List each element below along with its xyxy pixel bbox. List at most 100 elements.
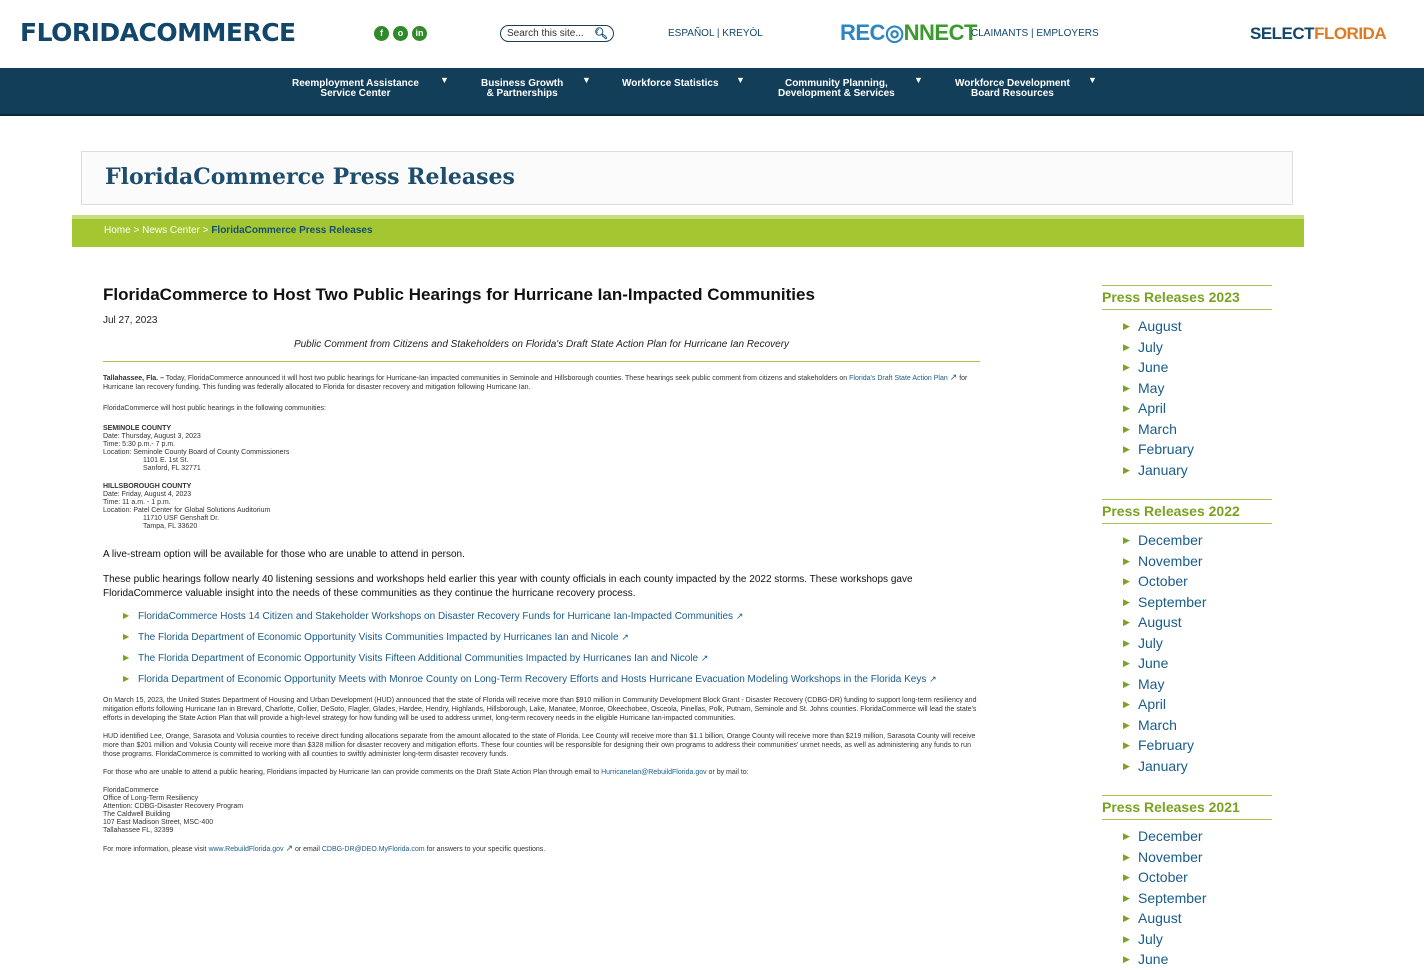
selectflorida-logo[interactable]: SELECTFLORIDA: [1250, 24, 1387, 44]
sidebar-item[interactable]: ▶ December: [1123, 530, 1272, 551]
month-link[interactable]: December: [1138, 828, 1203, 844]
sidebar-item[interactable]: ▶ August: [1123, 908, 1272, 929]
draft-plan-link[interactable]: Florida's Draft State Action Plan: [849, 375, 948, 382]
sidebar-item[interactable]: ▶ February: [1123, 439, 1272, 460]
month-link[interactable]: September: [1138, 890, 1206, 906]
related-link[interactable]: Florida Department of Economic Opportuni…: [138, 674, 926, 685]
county-location: Location: Patel Center for Global Soluti…: [103, 507, 271, 514]
month-link[interactable]: January: [1138, 758, 1188, 774]
sidebar-item[interactable]: ▶ July: [1123, 337, 1272, 358]
month-link[interactable]: July: [1138, 339, 1163, 355]
month-link[interactable]: March: [1138, 717, 1177, 733]
sidebar-item[interactable]: ▶ November: [1123, 551, 1272, 572]
reconnect-links[interactable]: CLAIMANTS | EMPLOYERS: [971, 28, 1099, 39]
sidebar-heading[interactable]: Press Releases 2022: [1102, 499, 1272, 524]
language-links[interactable]: ESPAÑOL | KREYÒL: [668, 28, 763, 39]
month-link[interactable]: December: [1138, 532, 1203, 548]
facebook-icon[interactable]: f: [374, 26, 389, 41]
nav-workforce-statistics[interactable]: Workforce Statistics ▼: [622, 75, 745, 89]
sidebar-item[interactable]: ▶ August: [1123, 316, 1272, 337]
sidebar-item[interactable]: ▶ January: [1123, 756, 1272, 777]
linkedin-icon[interactable]: in: [412, 26, 427, 41]
nav-reemployment[interactable]: Reemployment Assistance Service Center ▼: [292, 75, 449, 99]
list-item[interactable]: ▶ FloridaCommerce Hosts 14 Citizen and St…: [123, 608, 983, 625]
month-link[interactable]: September: [1138, 594, 1206, 610]
county-location: Location: Seminole County Board of Count…: [103, 449, 290, 456]
month-link[interactable]: April: [1138, 696, 1166, 712]
list-item[interactable]: ▶ The Florida Department of Economic Oppo…: [123, 629, 983, 646]
month-link[interactable]: March: [1138, 421, 1177, 437]
page-title: FloridaCommerce Press Releases: [105, 164, 515, 190]
month-link[interactable]: June: [1138, 359, 1168, 375]
month-list: ▶ December ▶ November ▶ October ▶ September …: [1102, 530, 1272, 776]
sidebar-item[interactable]: ▶ March: [1123, 715, 1272, 736]
related-link[interactable]: FloridaCommerce Hosts 14 Citizen and Sta…: [138, 611, 733, 622]
sidebar-item[interactable]: ▶ June: [1123, 949, 1272, 970]
breadcrumb-home[interactable]: Home: [104, 225, 131, 236]
month-link[interactable]: January: [1138, 462, 1188, 478]
comment-text-1: For those who are unable to attend a pub…: [103, 769, 602, 776]
month-link[interactable]: April: [1138, 400, 1166, 416]
month-link[interactable]: October: [1138, 869, 1188, 885]
sidebar-item[interactable]: ▶ August: [1123, 612, 1272, 633]
related-link[interactable]: The Florida Department of Economic Oppor…: [138, 632, 619, 643]
sidebar-item[interactable]: ▶ October: [1123, 571, 1272, 592]
month-list: ▶ August ▶ July ▶ June ▶ May ▶ April ▶ March ▶…: [1102, 316, 1272, 480]
sidebar-item[interactable]: ▶ September: [1123, 592, 1272, 613]
sidebar-item[interactable]: ▶ May: [1123, 674, 1272, 695]
hud-direct-paragraph: HUD identified Lee, Orange, Sarasota and…: [103, 733, 976, 758]
nav-community-planning[interactable]: Community Planning, Development & Service…: [778, 75, 923, 99]
month-link[interactable]: June: [1138, 951, 1168, 967]
search-icon[interactable]: 🔍︎: [594, 27, 608, 40]
sidebar-item[interactable]: ▶ June: [1123, 357, 1272, 378]
sidebar-item[interactable]: ▶ July: [1123, 929, 1272, 950]
sidebar-item[interactable]: ▶ June: [1123, 653, 1272, 674]
county-name: SEMINOLE COUNTY: [103, 425, 172, 432]
nav-workforce-development[interactable]: Workforce Development Board Resources ▼: [955, 75, 1097, 99]
breadcrumb-news-center[interactable]: News Center: [142, 225, 200, 236]
month-link[interactable]: May: [1138, 380, 1164, 396]
month-link[interactable]: February: [1138, 441, 1194, 457]
related-link[interactable]: The Florida Department of Economic Oppor…: [138, 653, 698, 664]
list-item[interactable]: ▶ Florida Department of Economic Opportun…: [123, 671, 983, 688]
month-link[interactable]: July: [1138, 635, 1163, 651]
arrow-right-icon: ▶: [1123, 699, 1130, 709]
month-link[interactable]: November: [1138, 849, 1203, 865]
sidebar-item[interactable]: ▶ March: [1123, 419, 1272, 440]
comment-email-link[interactable]: HurricaneIan@RebuildFlorida.gov: [601, 769, 707, 776]
arrow-right-icon: ▶: [1123, 444, 1130, 454]
sidebar-item[interactable]: ▶ January: [1123, 460, 1272, 481]
sidebar-item[interactable]: ▶ September: [1123, 888, 1272, 909]
list-item[interactable]: ▶ The Florida Department of Economic Oppo…: [123, 650, 983, 667]
sidebar-item[interactable]: ▶ February: [1123, 735, 1272, 756]
month-link[interactable]: August: [1138, 318, 1182, 334]
sidebar-item[interactable]: ▶ April: [1123, 398, 1272, 419]
youtube-icon[interactable]: o: [393, 26, 408, 41]
month-link[interactable]: July: [1138, 931, 1163, 947]
sidebar-item[interactable]: ▶ July: [1123, 633, 1272, 654]
floridacommerce-logo[interactable]: FLORIDACOMMERCE: [20, 18, 296, 47]
external-link-icon: ↗: [929, 674, 937, 684]
reconnect-logo[interactable]: REC◎NNECT: [840, 20, 977, 46]
month-link[interactable]: May: [1138, 676, 1164, 692]
sidebar-heading[interactable]: Press Releases 2023: [1102, 285, 1272, 310]
rebuildflorida-link[interactable]: www.RebuildFlorida.gov: [208, 846, 283, 853]
month-link[interactable]: November: [1138, 553, 1203, 569]
nav-business-growth[interactable]: Business Growth & Partnerships ▼: [481, 75, 591, 99]
cdbg-email-link[interactable]: CDBG-DR@DEO.MyFlorida.com: [322, 846, 425, 853]
sidebar-item[interactable]: ▶ October: [1123, 867, 1272, 888]
sidebar-heading[interactable]: Press Releases 2021: [1102, 795, 1272, 820]
month-link[interactable]: June: [1138, 655, 1168, 671]
month-link[interactable]: August: [1138, 910, 1182, 926]
sidebar-item[interactable]: ▶ December: [1123, 826, 1272, 847]
sidebar-item[interactable]: ▶ May: [1123, 378, 1272, 399]
sidebar-item[interactable]: ▶ November: [1123, 847, 1272, 868]
mail-line: Attention: CDBG-Disaster Recovery Progra…: [103, 803, 244, 810]
sidebar-item[interactable]: ▶ April: [1123, 694, 1272, 715]
hud-paragraph: On March 15, 2023, the United States Dep…: [103, 697, 977, 722]
month-link[interactable]: February: [1138, 737, 1194, 753]
top-header: FLORIDACOMMERCE f o in Search this site.…: [0, 0, 1427, 68]
month-link[interactable]: October: [1138, 573, 1188, 589]
month-link[interactable]: August: [1138, 614, 1182, 630]
search-input[interactable]: Search this site... 🔍︎: [500, 25, 614, 42]
